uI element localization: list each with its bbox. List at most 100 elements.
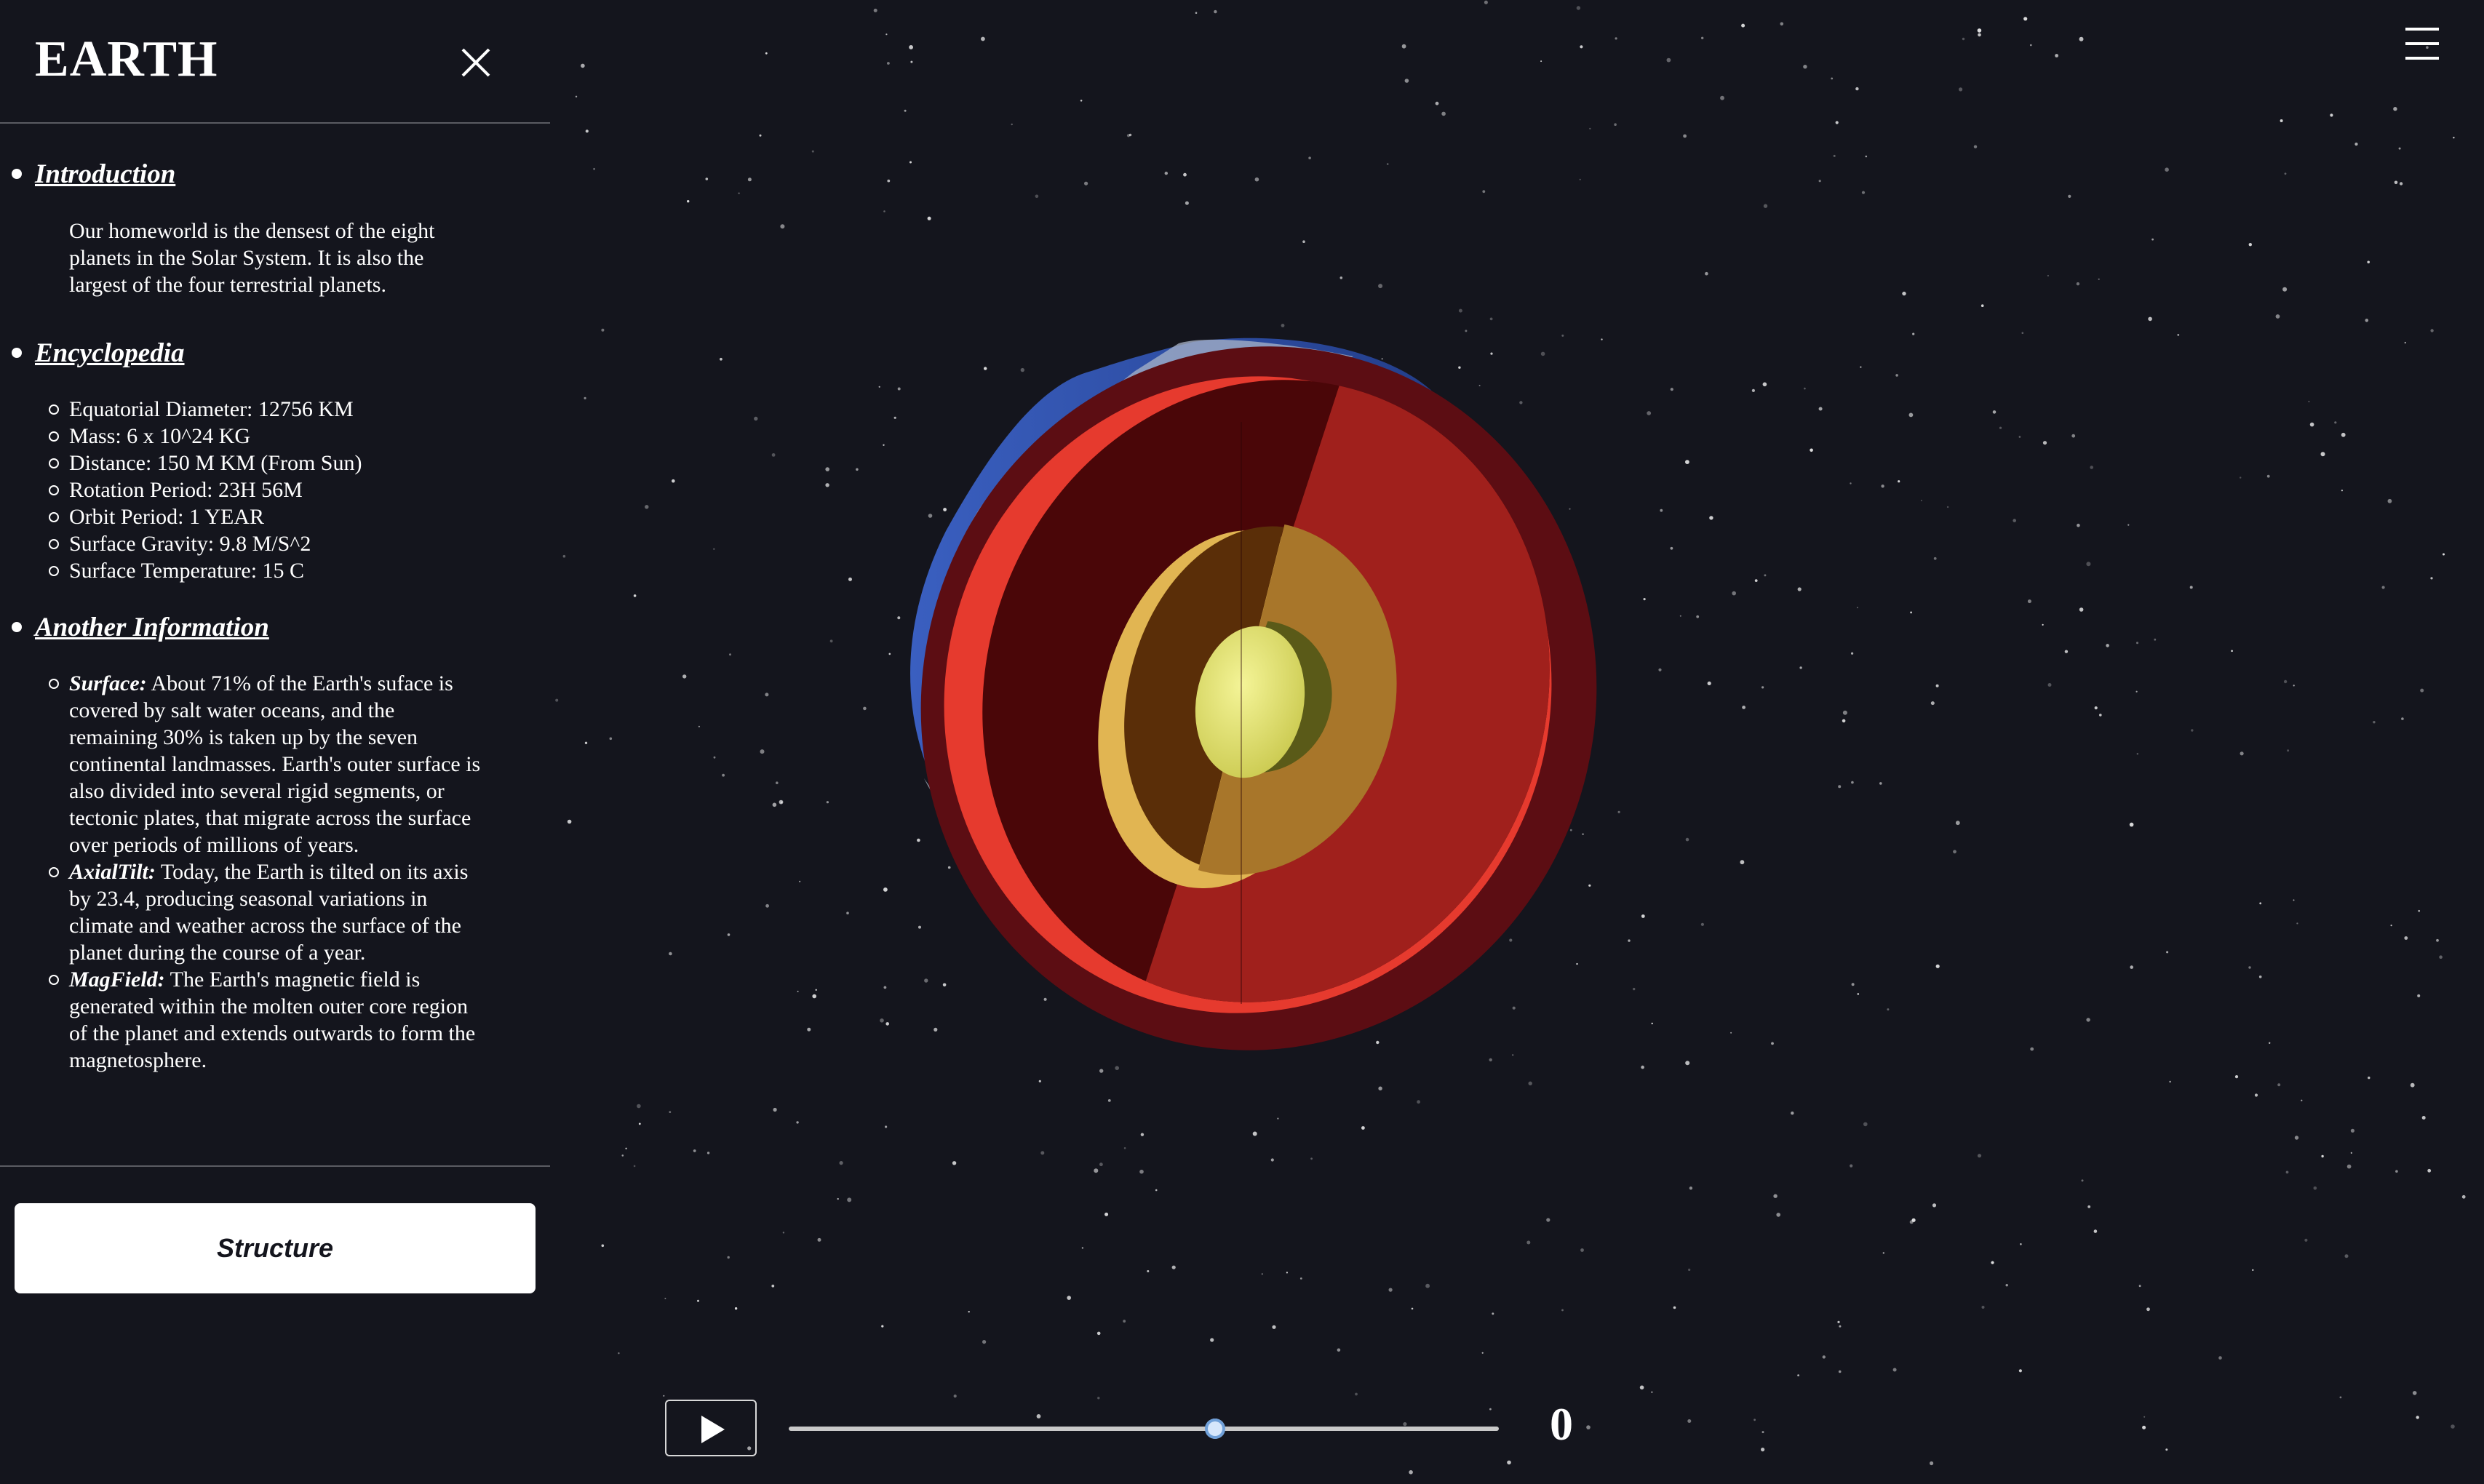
star: [2146, 1307, 2150, 1312]
star: [1797, 1374, 1800, 1376]
star: [1310, 1157, 1313, 1160]
star: [713, 756, 716, 759]
star: [1576, 6, 1581, 10]
star: [2280, 119, 2283, 122]
star: [1835, 121, 1839, 124]
play-button[interactable]: [665, 1400, 757, 1456]
encyclopedia-link[interactable]: Encyclopedia: [35, 332, 185, 375]
star: [1670, 388, 1673, 391]
star: [2177, 334, 2180, 336]
star: [1302, 240, 1305, 244]
star: [1962, 37, 1965, 41]
star: [669, 1111, 672, 1113]
star: [2346, 1164, 2352, 1169]
star: [593, 167, 595, 170]
star: [1164, 172, 1169, 175]
star: [669, 952, 672, 956]
page-title: EARTH: [35, 31, 218, 87]
introduction-link[interactable]: Introduction: [35, 153, 175, 196]
star: [1799, 666, 1802, 669]
star: [727, 933, 731, 936]
star: [697, 1299, 699, 1302]
star: [1822, 1355, 1826, 1359]
play-icon: [701, 1416, 725, 1443]
star: [952, 1161, 957, 1165]
star: [2099, 714, 2102, 717]
star: [1833, 154, 1836, 157]
star: [663, 1395, 665, 1397]
list-item: Surface Temperature: 15 C: [0, 557, 484, 584]
star: [1139, 1169, 1144, 1174]
star: [1818, 407, 1823, 411]
star: [1099, 1162, 1103, 1167]
menu-button[interactable]: [2405, 28, 2439, 60]
star: [1254, 177, 1259, 182]
star: [2030, 1047, 2034, 1051]
star: [575, 95, 578, 97]
introduction-text: Our homeworld is the densest of the eigh…: [69, 219, 435, 297]
star: [1683, 134, 1687, 138]
timeline-slider[interactable]: [789, 1419, 1499, 1440]
item-label: AxialTilt:: [69, 860, 156, 884]
star: [601, 328, 605, 332]
another-information-list: Surface: About 71% of the Earth's suface…: [0, 670, 550, 1074]
star: [1764, 574, 1767, 577]
star: [1252, 1131, 1257, 1136]
star: [881, 1325, 884, 1328]
sidebar-header: EARTH: [0, 0, 550, 124]
section-introduction: Introduction: [0, 153, 550, 196]
star: [1417, 1100, 1420, 1104]
star: [1679, 615, 1681, 617]
another-information-link[interactable]: Another Information: [35, 606, 269, 650]
star: [1902, 291, 1906, 296]
star: [2258, 976, 2262, 978]
star: [765, 693, 769, 697]
star: [2248, 966, 2251, 969]
star: [1705, 271, 1708, 276]
star: [1658, 668, 1662, 671]
star: [1337, 1348, 1341, 1352]
star: [2027, 599, 2031, 604]
star: [1687, 1419, 1692, 1423]
star: [1780, 22, 1784, 26]
star: [2341, 432, 2346, 437]
star: [1580, 1248, 1584, 1252]
star: [1892, 1368, 1897, 1372]
star: [1639, 1385, 1644, 1390]
star: [1425, 1283, 1430, 1288]
star: [2077, 523, 2080, 527]
star: [2086, 562, 2091, 567]
star: [1107, 1099, 1111, 1102]
star: [1804, 387, 1806, 390]
star: [1881, 484, 1884, 488]
slider-thumb[interactable]: [1204, 1419, 1225, 1439]
star: [1299, 1277, 1302, 1280]
star: [1851, 652, 1854, 655]
star: [1707, 681, 1711, 686]
star: [2240, 476, 2242, 479]
star: [1955, 821, 1960, 826]
star: [760, 749, 765, 754]
star: [1378, 284, 1383, 289]
star: [771, 453, 776, 457]
star: [1935, 684, 1939, 687]
star: [2047, 683, 2052, 687]
star: [1673, 1306, 1676, 1309]
star: [2410, 1082, 2415, 1088]
star: [982, 1340, 987, 1344]
star: [2365, 319, 2369, 322]
structure-button[interactable]: Structure: [15, 1203, 536, 1293]
star: [720, 357, 722, 361]
info-sidebar: EARTH Introduction Our homeworld is the …: [0, 0, 550, 1484]
star: [1720, 95, 1724, 100]
star: [1214, 9, 1217, 14]
star: [1404, 79, 1409, 83]
close-button[interactable]: [453, 39, 499, 86]
star: [1277, 1117, 1279, 1120]
star: [2076, 282, 2080, 286]
star: [562, 554, 566, 558]
star: [1040, 1151, 1045, 1155]
star: [1540, 60, 1542, 63]
star: [2294, 1136, 2299, 1140]
star: [2071, 434, 2076, 438]
